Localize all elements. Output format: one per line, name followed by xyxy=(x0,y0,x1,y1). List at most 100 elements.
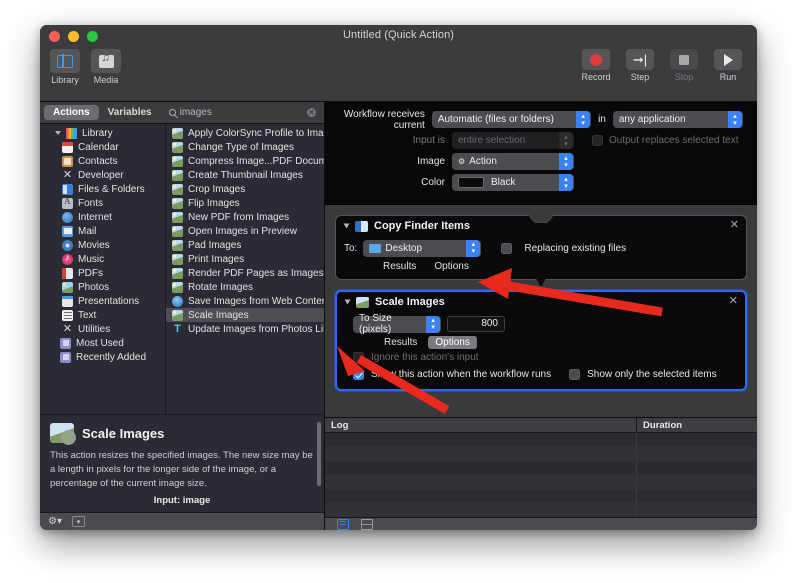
sidebar-item-music[interactable]: Music xyxy=(40,252,165,266)
action-header[interactable]: Copy Finder Items ✕ xyxy=(336,216,746,236)
toolbar-media-button[interactable]: Media xyxy=(89,49,123,85)
chevron-updown-icon: ▴ ▾ xyxy=(559,174,573,191)
sidebar-item-presentations[interactable]: Presentations xyxy=(40,294,165,308)
sidebar-item-utilities[interactable]: ✕ Utilities xyxy=(40,322,165,336)
table-row[interactable] xyxy=(325,475,757,489)
sidebar-item-contacts[interactable]: Contacts xyxy=(40,154,165,168)
sidebar-item-files-folders[interactable]: Files & Folders xyxy=(40,182,165,196)
action-info-header: Scale Images xyxy=(50,423,314,445)
toolbar-library-button[interactable]: Library xyxy=(48,49,82,85)
image-select[interactable]: ⚙ Action ▴ ▾ xyxy=(452,153,574,170)
log-column-header[interactable]: Log xyxy=(325,418,637,432)
table-row[interactable] xyxy=(325,503,757,517)
action-label: Rotate Images xyxy=(188,281,254,293)
log-view-icon[interactable] xyxy=(337,518,349,530)
table-row[interactable] xyxy=(325,447,757,461)
table-row[interactable] xyxy=(325,461,757,475)
list-item[interactable]: Apply ColorSync Profile to Images xyxy=(166,126,324,140)
tab-variables[interactable]: Variables xyxy=(99,105,161,120)
category-list[interactable]: Library Calendar Contacts ✕ Developer Fi… xyxy=(40,124,166,414)
info-scrollbar[interactable] xyxy=(317,422,321,486)
sidebar-item-recently-added[interactable]: Recently Added xyxy=(40,350,165,364)
gear-icon[interactable]: ⚙▾ xyxy=(48,516,62,527)
list-item-scale-images[interactable]: Scale Images xyxy=(166,308,324,322)
calendar-icon xyxy=(62,141,73,153)
list-item[interactable]: Flip Images xyxy=(166,196,324,210)
action-title: Copy Finder Items xyxy=(374,220,470,232)
action-image-icon xyxy=(172,211,183,223)
record-icon xyxy=(590,53,602,66)
workflow-receives-label: Workflow receives current xyxy=(343,108,425,131)
search-field[interactable]: images ✕ xyxy=(167,105,320,121)
disclosure-triangle-icon[interactable] xyxy=(55,131,61,135)
sidebar-item-most-used[interactable]: Most Used xyxy=(40,336,165,350)
clear-icon[interactable]: ✕ xyxy=(307,108,316,117)
disclosure-triangle-icon[interactable] xyxy=(344,299,351,305)
workflow-action-copy-finder-items[interactable]: Copy Finder Items ✕ To: Desktop ▴ ▾ Repl… xyxy=(335,215,747,280)
action-label: Print Images xyxy=(188,253,245,265)
scale-mode-select[interactable]: To Size (pixels) ▴ ▾ xyxy=(353,313,441,335)
sidebar-item-developer[interactable]: ✕ Developer xyxy=(40,168,165,182)
workflow-receives-select[interactable]: Automatic (files or folders) ▴ ▾ xyxy=(431,111,592,128)
sidebar-item-pdfs[interactable]: PDFs xyxy=(40,266,165,280)
table-row[interactable] xyxy=(325,489,757,503)
table-row[interactable] xyxy=(325,433,757,447)
list-item[interactable]: New PDF from Images xyxy=(166,210,324,224)
sidebar-item-calendar[interactable]: Calendar xyxy=(40,140,165,154)
action-header[interactable]: Scale Images ✕ xyxy=(337,292,745,312)
step-button[interactable]: ➞| Step xyxy=(623,49,657,82)
library-segmented-control: Actions Variables images ✕ xyxy=(40,102,324,124)
list-item[interactable]: Save Images from Web Content xyxy=(166,294,324,308)
application-select[interactable]: any application ▴ ▾ xyxy=(612,111,743,128)
split-view-icon[interactable] xyxy=(361,518,373,530)
run-button[interactable]: Run xyxy=(711,49,745,82)
list-item[interactable]: Open Images in Preview xyxy=(166,224,324,238)
results-button[interactable]: Results xyxy=(377,336,424,349)
sidebar-item-library[interactable]: Library xyxy=(40,126,165,140)
sidebar-item-photos[interactable]: Photos xyxy=(40,280,165,294)
color-select[interactable]: Black ▴ ▾ xyxy=(452,174,574,191)
list-item[interactable]: T Update Images from Photos Library xyxy=(166,322,324,336)
close-icon[interactable]: ✕ xyxy=(729,296,738,307)
caret-box-icon[interactable]: ▾ xyxy=(71,516,85,527)
list-item[interactable]: Pad Images xyxy=(166,238,324,252)
replacing-existing-files-checkbox[interactable] xyxy=(501,242,513,254)
options-button[interactable]: Options xyxy=(428,336,477,349)
library-color-icon xyxy=(66,127,77,139)
list-item[interactable]: Crop Images xyxy=(166,182,324,196)
show-action-checkbox[interactable] xyxy=(353,369,364,380)
action-text-icon: T xyxy=(174,322,181,335)
show-selected-items-checkbox[interactable] xyxy=(569,369,581,380)
input-is-label: Input is xyxy=(412,135,445,146)
folder-icon xyxy=(369,243,382,253)
workflow-canvas[interactable]: Copy Finder Items ✕ To: Desktop ▴ ▾ Repl… xyxy=(325,205,757,417)
list-item[interactable]: Change Type of Images xyxy=(166,140,324,154)
options-button[interactable]: Options xyxy=(427,260,475,273)
workflow-action-scale-images[interactable]: Scale Images ✕ To Size (pixels) ▴▾ 800 xyxy=(335,290,747,391)
scale-size-input[interactable]: 800 xyxy=(447,316,505,332)
list-item[interactable]: Print Images xyxy=(166,252,324,266)
sidebar-item-label: PDFs xyxy=(78,267,103,279)
action-web-icon xyxy=(172,295,183,307)
disclosure-triangle-icon[interactable] xyxy=(343,223,350,229)
list-item[interactable]: Create Thumbnail Images xyxy=(166,168,324,182)
log-rows[interactable] xyxy=(325,433,757,517)
action-list[interactable]: Apply ColorSync Profile to Images Change… xyxy=(166,124,324,414)
list-item[interactable]: Compress Image...PDF Documents xyxy=(166,154,324,168)
destination-select[interactable]: Desktop ▴ ▾ xyxy=(363,239,482,257)
sidebar-item-text[interactable]: Text xyxy=(40,308,165,322)
sidebar-item-fonts[interactable]: Fonts xyxy=(40,196,165,210)
duration-column-header[interactable]: Duration xyxy=(637,418,757,432)
record-button[interactable]: Record xyxy=(579,49,613,82)
sidebar-item-internet[interactable]: Internet xyxy=(40,210,165,224)
sidebar-item-mail[interactable]: Mail xyxy=(40,224,165,238)
results-button[interactable]: Results xyxy=(376,260,423,273)
action-label: Compress Image...PDF Documents xyxy=(188,155,324,167)
close-icon[interactable]: ✕ xyxy=(730,220,739,231)
sidebar-item-movies[interactable]: Movies xyxy=(40,238,165,252)
workflow-receives-value: Automatic (files or folders) xyxy=(437,114,554,125)
sidebar-item-label: Files & Folders xyxy=(78,183,145,195)
list-item[interactable]: Rotate Images xyxy=(166,280,324,294)
list-item[interactable]: Render PDF Pages as Images xyxy=(166,266,324,280)
tab-actions[interactable]: Actions xyxy=(44,105,99,120)
